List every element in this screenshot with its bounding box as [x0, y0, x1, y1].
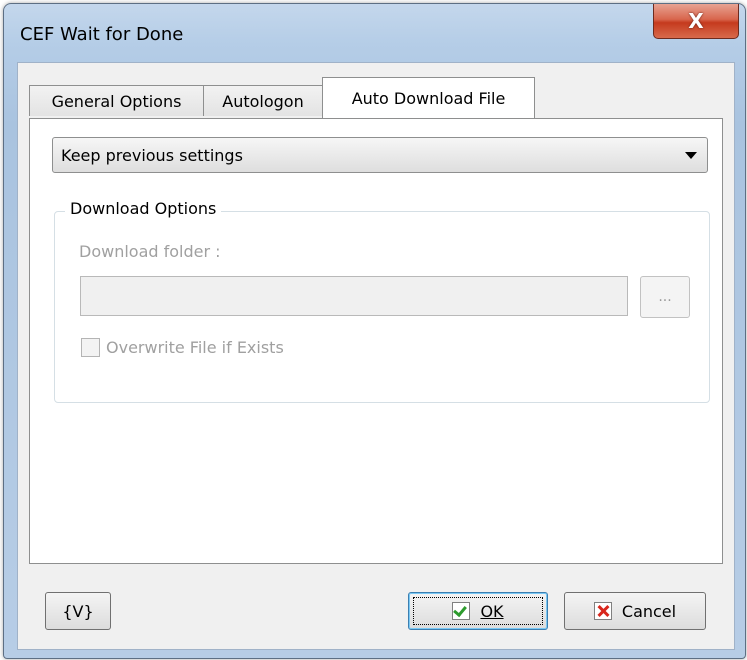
overwrite-label: Overwrite File if Exists	[106, 337, 284, 357]
download-mode-select[interactable]: Keep previous settings	[52, 137, 708, 173]
overwrite-checkbox[interactable]	[81, 337, 100, 357]
variables-label: {V}	[62, 601, 94, 621]
overwrite-option[interactable]: Overwrite File if Exists	[81, 336, 284, 358]
tab-panel-auto-download-file: Keep previous settings Download Options …	[29, 118, 723, 564]
tab-label: Auto Download File	[351, 88, 506, 108]
variables-button[interactable]: {V}	[45, 592, 111, 630]
tab-auto-download-file[interactable]: Auto Download File	[322, 77, 535, 118]
title-bar[interactable]: CEF Wait for Done X	[4, 4, 745, 64]
dialog-client-area: General Options Autologon Auto Download …	[17, 62, 735, 650]
download-mode-value: Keep previous settings	[61, 145, 243, 165]
download-folder-label: Download folder :	[79, 242, 221, 261]
window-title: CEF Wait for Done	[20, 24, 184, 45]
checkmark-icon	[452, 602, 471, 620]
tab-label: Autologon	[222, 91, 304, 111]
tab-general-options[interactable]: General Options	[29, 85, 204, 116]
cancel-x-icon	[593, 602, 612, 620]
browse-label: ...	[658, 289, 672, 305]
cancel-button[interactable]: Cancel	[564, 592, 706, 630]
tab-label: General Options	[51, 91, 182, 111]
download-options-group: Download Options Download folder : ... O…	[54, 199, 710, 403]
close-button[interactable]: X	[653, 4, 739, 39]
close-icon: X	[688, 9, 704, 33]
dialog-window: CEF Wait for Done X General Options Auto…	[3, 3, 746, 659]
group-title: Download Options	[65, 199, 222, 218]
dropdown-arrow-icon	[685, 152, 697, 159]
cancel-label: Cancel	[621, 601, 677, 621]
browse-folder-button[interactable]: ...	[640, 276, 690, 318]
ok-button[interactable]: OK	[408, 592, 548, 630]
download-folder-input[interactable]	[80, 276, 628, 316]
tab-autologon[interactable]: Autologon	[203, 85, 323, 116]
focus-ring	[413, 597, 543, 625]
